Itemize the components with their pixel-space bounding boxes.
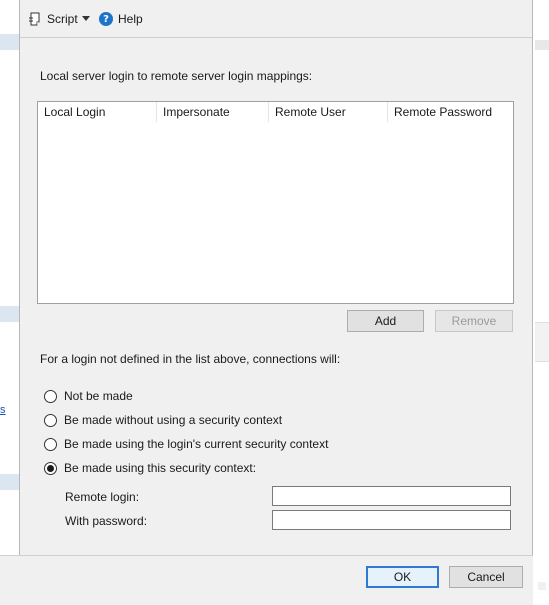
background-mark [538,582,546,590]
column-local-login[interactable]: Local Login [38,102,157,122]
column-remote-password[interactable]: Remote Password [388,102,513,122]
password-input[interactable] [272,510,511,530]
script-button[interactable]: Script [28,9,78,29]
script-label: Script [47,12,78,26]
grid-header: Local Login Impersonate Remote User Remo… [38,102,513,122]
help-button[interactable]: ? Help [99,9,143,29]
mappings-heading: Local server login to remote server logi… [40,69,313,83]
dialog-footer: OK Cancel [0,555,533,605]
radio-current-security-context[interactable] [44,437,57,451]
parent-sidebar: s [0,0,19,605]
background-band [535,322,549,362]
option-current-security-context[interactable]: Be made using the login's current securi… [44,436,328,452]
radio-without-security-context[interactable] [44,413,57,427]
sidebar-band [0,34,19,50]
remove-button[interactable]: Remove [435,310,513,332]
option-without-security-context[interactable]: Be made without using a security context [44,412,282,428]
remote-login-label: Remote login: [65,490,140,504]
password-label: With password: [65,514,148,528]
help-icon: ? [99,12,113,26]
option-label: Be made without using a security context [64,413,283,427]
security-page: Script ? Help Local server login to remo… [20,0,532,555]
option-label: Not be made [64,389,133,403]
cancel-button[interactable]: Cancel [449,566,523,588]
connection-heading: For a login not defined in the list abov… [40,352,341,366]
column-impersonate[interactable]: Impersonate [157,102,269,122]
option-not-be-made[interactable]: Not be made [44,388,133,404]
option-label: Be made using the login's current securi… [64,437,329,451]
sidebar-band [0,474,19,490]
background-window [533,0,549,605]
radio-not-be-made[interactable] [44,389,57,403]
chevron-down-icon[interactable] [82,16,90,21]
option-label: Be made using this security context: [64,461,257,475]
script-icon [29,12,40,26]
help-label: Help [118,12,143,26]
toolbar: Script ? Help [20,0,532,38]
add-button[interactable]: Add [347,310,424,332]
column-remote-user[interactable]: Remote User [269,102,388,122]
sidebar-partial-link[interactable]: s [0,404,6,416]
background-band [535,40,549,50]
ok-button[interactable]: OK [366,566,439,588]
sidebar-band [0,306,19,322]
login-mappings-grid[interactable]: Local Login Impersonate Remote User Remo… [37,101,514,304]
option-this-security-context[interactable]: Be made using this security context: [44,460,256,476]
remote-login-input[interactable] [272,486,511,506]
radio-this-security-context[interactable] [44,461,57,475]
